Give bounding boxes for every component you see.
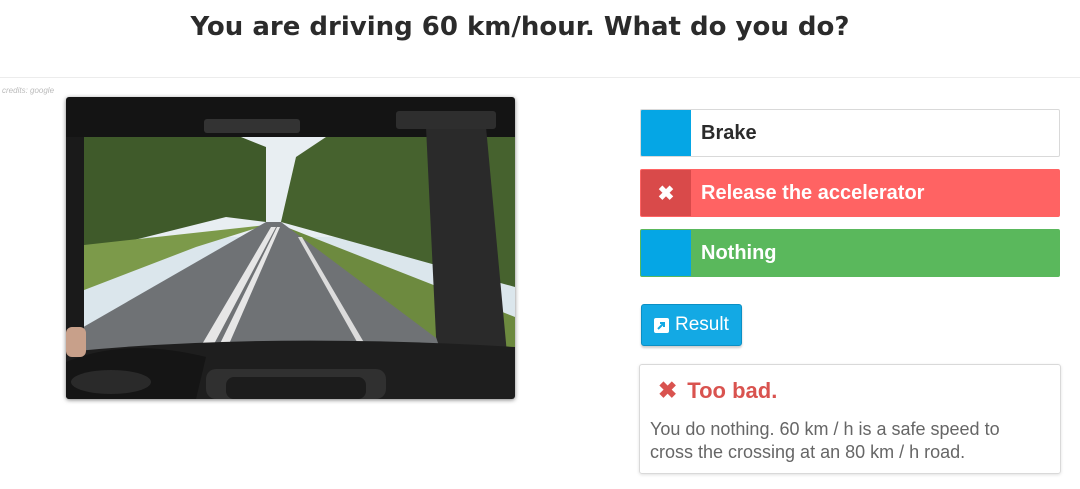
- feedback-heading: Too bad.: [687, 377, 778, 403]
- feedback-text: You do nothing. 60 km / h is a safe spee…: [650, 419, 1000, 462]
- external-link-icon: [654, 317, 669, 333]
- result-button-label: Result: [675, 314, 729, 335]
- feedback-panel: ✖ Too bad. You do nothing. 60 km / h is …: [639, 364, 1061, 474]
- road-photo: [66, 97, 515, 399]
- answer-option-nothing[interactable]: Nothing: [640, 229, 1060, 277]
- cross-icon: ✖: [658, 377, 678, 403]
- wrong-mark-icon: ✖: [641, 170, 691, 216]
- answer-marker: [641, 230, 691, 276]
- answer-option-brake[interactable]: Brake: [640, 109, 1060, 157]
- answer-label: Brake: [701, 121, 757, 144]
- answer-label: Nothing: [701, 241, 777, 264]
- answer-option-release-accelerator[interactable]: ✖ Release the accelerator: [640, 169, 1060, 217]
- question-title: You are driving 60 km/hour. What do you …: [190, 12, 850, 42]
- answer-marker: [641, 110, 691, 156]
- answer-label: Release the accelerator: [701, 181, 925, 204]
- result-button[interactable]: Result: [641, 304, 742, 346]
- image-credits: credits: google: [2, 86, 55, 95]
- header-divider: [0, 77, 1080, 78]
